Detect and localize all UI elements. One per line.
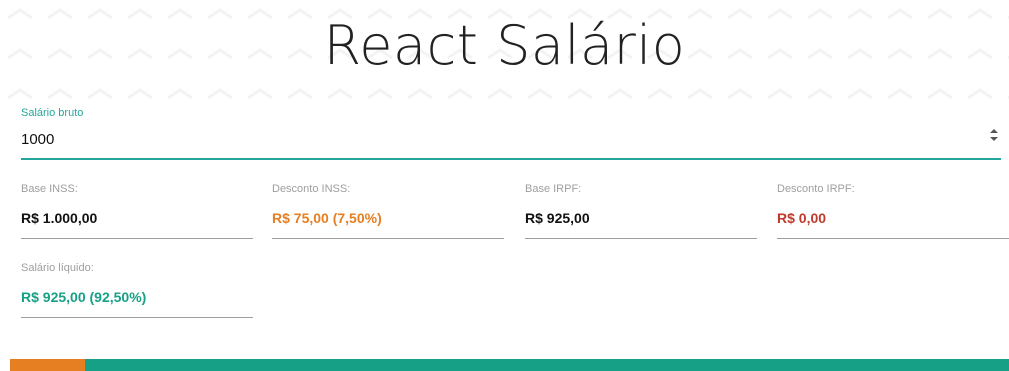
base-inss-label: Base INSS: <box>21 183 78 195</box>
irpf-discount-value: R$ 0,00 <box>777 210 827 226</box>
base-irpf-field: Base IRPF: R$ 925,00 <box>525 183 757 239</box>
base-irpf-value: R$ 925,00 <box>525 210 590 226</box>
irpf-discount-field: Desconto IRPF: R$ 0,00 <box>777 183 1009 239</box>
base-inss-value: R$ 1.000,00 <box>21 210 98 226</box>
bar-segment-net <box>84 359 1009 371</box>
irpf-discount-underline <box>777 238 1009 239</box>
net-salary-field: Salário líquido: R$ 925,00 (92,50%) <box>21 262 253 318</box>
salary-input-label: Salário bruto <box>21 107 84 119</box>
salary-distribution-bar <box>10 359 1009 371</box>
base-irpf-label: Base IRPF: <box>525 183 582 195</box>
net-salary-value: R$ 925,00 (92,50%) <box>21 289 147 305</box>
bar-segment-inss <box>10 359 85 371</box>
base-irpf-underline <box>525 238 757 239</box>
number-spinner-icon[interactable] <box>989 128 999 142</box>
gross-salary-input[interactable] <box>21 126 1001 160</box>
app-container: React Salário Salário bruto Base INSS: R… <box>0 0 1009 371</box>
inss-discount-label: Desconto INSS: <box>272 183 351 195</box>
net-salary-label: Salário líquido: <box>21 262 94 274</box>
base-inss-underline <box>21 238 253 239</box>
react-salario-page: React Salário Salário bruto Base INSS: R… <box>0 0 1009 371</box>
irpf-discount-label: Desconto IRPF: <box>777 183 855 195</box>
inss-discount-value: R$ 75,00 (7,50%) <box>272 210 382 226</box>
inss-discount-field: Desconto INSS: R$ 75,00 (7,50%) <box>272 183 504 239</box>
page-title: React Salário <box>323 14 686 77</box>
inss-discount-underline <box>272 238 504 239</box>
net-salary-underline <box>21 317 253 318</box>
base-inss-field: Base INSS: R$ 1.000,00 <box>21 183 253 239</box>
